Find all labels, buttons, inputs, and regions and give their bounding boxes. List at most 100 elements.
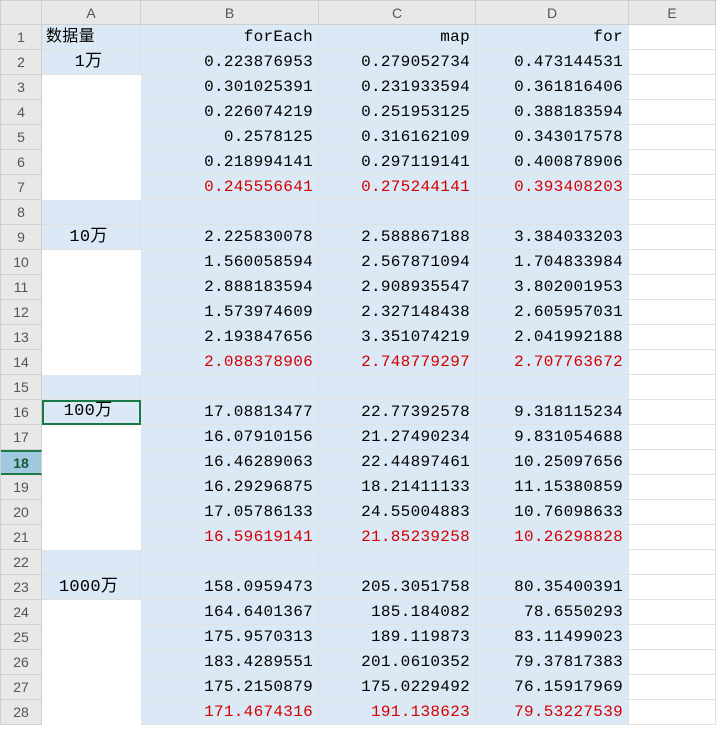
cell-E24[interactable] [629, 600, 716, 625]
cell-D10[interactable]: 1.704833984 [476, 250, 629, 275]
row-header[interactable]: 16 [1, 400, 42, 425]
row-header[interactable]: 8 [1, 200, 42, 225]
row-header[interactable]: 9 [1, 225, 42, 250]
col-header-C[interactable]: C [319, 1, 476, 25]
cell-C12[interactable]: 2.327148438 [319, 300, 476, 325]
col-header-A[interactable]: A [42, 1, 141, 25]
cell-E8[interactable] [629, 200, 716, 225]
cell-E5[interactable] [629, 125, 716, 150]
cell-D28[interactable]: 79.53227539 [476, 700, 629, 725]
cell-D4[interactable]: 0.388183594 [476, 100, 629, 125]
row-header[interactable]: 22 [1, 550, 42, 575]
cell-E20[interactable] [629, 500, 716, 525]
row-header[interactable]: 4 [1, 100, 42, 125]
row-header[interactable]: 25 [1, 625, 42, 650]
cell-D14[interactable]: 2.707763672 [476, 350, 629, 375]
cell-D17[interactable]: 9.831054688 [476, 425, 629, 450]
cell-D26[interactable]: 79.37817383 [476, 650, 629, 675]
cell-C23[interactable]: 205.3051758 [319, 575, 476, 600]
cell-E26[interactable] [629, 650, 716, 675]
cell-B17[interactable]: 16.07910156 [141, 425, 319, 450]
cell-E14[interactable] [629, 350, 716, 375]
cell-E4[interactable] [629, 100, 716, 125]
cell-C3[interactable]: 0.231933594 [319, 75, 476, 100]
cell-C19[interactable]: 18.21411133 [319, 475, 476, 500]
row-header[interactable]: 24 [1, 600, 42, 625]
cell-C1[interactable]: map [319, 25, 476, 50]
cell-E25[interactable] [629, 625, 716, 650]
row-header[interactable]: 5 [1, 125, 42, 150]
cell-D27[interactable]: 76.15917969 [476, 675, 629, 700]
cell-E10[interactable] [629, 250, 716, 275]
cell-A15[interactable] [42, 375, 141, 400]
cell-B22[interactable] [141, 550, 319, 575]
cell-C15[interactable] [319, 375, 476, 400]
row-header[interactable]: 26 [1, 650, 42, 675]
col-header-E[interactable]: E [629, 1, 716, 25]
row-header[interactable]: 12 [1, 300, 42, 325]
cell-A-group-100wan[interactable]: 100万 [42, 400, 141, 425]
cell-B2[interactable]: 0.223876953 [141, 50, 319, 75]
cell-D18[interactable]: 10.25097656 [476, 450, 629, 475]
cell-D22[interactable] [476, 550, 629, 575]
cell-E13[interactable] [629, 325, 716, 350]
cell-A-group-1wan[interactable]: 1万 [42, 50, 141, 75]
cell-B8[interactable] [141, 200, 319, 225]
cell-C18[interactable]: 22.44897461 [319, 450, 476, 475]
row-header-selected[interactable]: 18 [1, 450, 42, 475]
cell-B10[interactable]: 1.560058594 [141, 250, 319, 275]
cell-B16[interactable]: 17.08813477 [141, 400, 319, 425]
row-header[interactable]: 1 [1, 25, 42, 50]
cell-A-group-1000wan[interactable]: 1000万 [42, 575, 141, 600]
cell-E6[interactable] [629, 150, 716, 175]
cell-B23[interactable]: 158.0959473 [141, 575, 319, 600]
cell-D5[interactable]: 0.343017578 [476, 125, 629, 150]
cell-D8[interactable] [476, 200, 629, 225]
cell-C16[interactable]: 22.77392578 [319, 400, 476, 425]
row-header[interactable]: 21 [1, 525, 42, 550]
cell-C24[interactable]: 185.184082 [319, 600, 476, 625]
row-header[interactable]: 19 [1, 475, 42, 500]
cell-B27[interactable]: 175.2150879 [141, 675, 319, 700]
cell-D12[interactable]: 2.605957031 [476, 300, 629, 325]
row-header[interactable]: 23 [1, 575, 42, 600]
cell-C9[interactable]: 2.588867188 [319, 225, 476, 250]
row-header[interactable]: 6 [1, 150, 42, 175]
cell-C7[interactable]: 0.275244141 [319, 175, 476, 200]
cell-B25[interactable]: 175.9570313 [141, 625, 319, 650]
cell-E28[interactable] [629, 700, 716, 725]
cell-D15[interactable] [476, 375, 629, 400]
cell-C26[interactable]: 201.0610352 [319, 650, 476, 675]
row-header[interactable]: 17 [1, 425, 42, 450]
cell-E1[interactable] [629, 25, 716, 50]
cell-B28[interactable]: 171.4674316 [141, 700, 319, 725]
row-header[interactable]: 7 [1, 175, 42, 200]
cell-C25[interactable]: 189.119873 [319, 625, 476, 650]
cell-D25[interactable]: 83.11499023 [476, 625, 629, 650]
row-header[interactable]: 20 [1, 500, 42, 525]
cell-D3[interactable]: 0.361816406 [476, 75, 629, 100]
cell-D9[interactable]: 3.384033203 [476, 225, 629, 250]
row-header[interactable]: 15 [1, 375, 42, 400]
cell-C22[interactable] [319, 550, 476, 575]
cell-B26[interactable]: 183.4289551 [141, 650, 319, 675]
cell-E3[interactable] [629, 75, 716, 100]
cell-D2[interactable]: 0.473144531 [476, 50, 629, 75]
cell-A22[interactable] [42, 550, 141, 575]
cell-D23[interactable]: 80.35400391 [476, 575, 629, 600]
cell-E22[interactable] [629, 550, 716, 575]
cell-C4[interactable]: 0.251953125 [319, 100, 476, 125]
cell-D21[interactable]: 10.26298828 [476, 525, 629, 550]
cell-D20[interactable]: 10.76098633 [476, 500, 629, 525]
cell-B9[interactable]: 2.225830078 [141, 225, 319, 250]
cell-B7[interactable]: 0.245556641 [141, 175, 319, 200]
cell-B15[interactable] [141, 375, 319, 400]
cell-C27[interactable]: 175.0229492 [319, 675, 476, 700]
cell-E16[interactable] [629, 400, 716, 425]
cell-A-group-10wan[interactable]: 10万 [42, 225, 141, 250]
row-header[interactable]: 2 [1, 50, 42, 75]
cell-C21[interactable]: 21.85239258 [319, 525, 476, 550]
cell-C28[interactable]: 191.138623 [319, 700, 476, 725]
cell-E7[interactable] [629, 175, 716, 200]
cell-D11[interactable]: 3.802001953 [476, 275, 629, 300]
